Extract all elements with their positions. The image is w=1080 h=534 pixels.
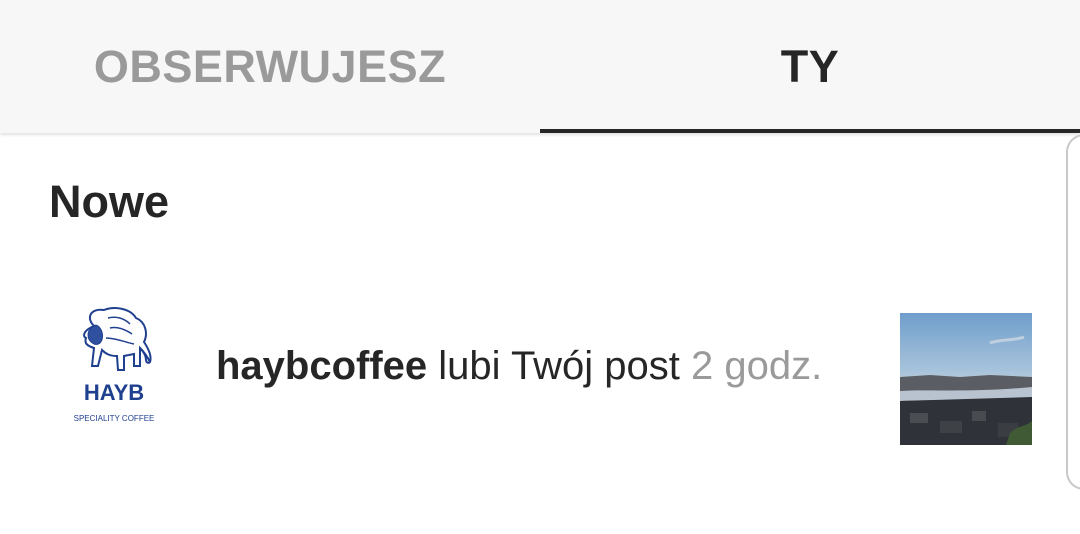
hayb-logo-tagline: SPECIALITY COFFEE: [74, 414, 155, 423]
activity-tab-bar: OBSERWUJESZ TY: [0, 0, 1080, 133]
post-thumbnail-image: [900, 313, 1032, 445]
post-thumbnail[interactable]: [900, 313, 1032, 445]
hayb-logo: HAYB SPECIALITY COFFEE: [74, 307, 155, 423]
elephant-icon: [83, 307, 152, 371]
notification-text: haybcoffee lubi Twój post 2 godz.: [216, 344, 822, 389]
notification-username[interactable]: haybcoffee: [216, 344, 427, 388]
tab-you[interactable]: TY: [540, 0, 1080, 133]
notification-action: lubi Twój post: [427, 344, 692, 388]
notification-time: 2 godz.: [691, 344, 823, 388]
notification-row[interactable]: HAYB SPECIALITY COFFEE haybcoffee lubi T…: [0, 296, 1080, 446]
tab-following[interactable]: OBSERWUJESZ: [0, 0, 540, 133]
side-panel-edge[interactable]: [1066, 134, 1080, 490]
section-title-new: Nowe: [49, 176, 170, 227]
avatar[interactable]: HAYB SPECIALITY COFFEE: [64, 304, 164, 430]
active-tab-indicator: [540, 129, 1080, 133]
hayb-logo-text: HAYB: [84, 380, 144, 405]
